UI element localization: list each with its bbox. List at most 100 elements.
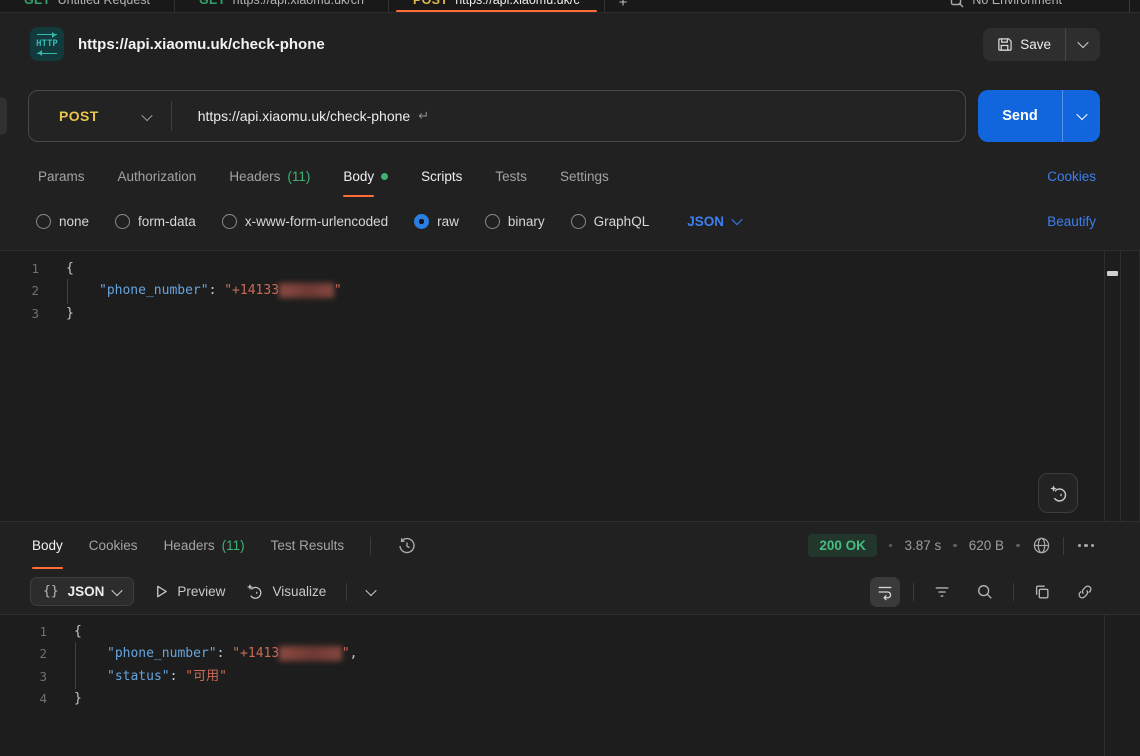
divider (346, 583, 347, 601)
code-token: "+14133 (224, 283, 279, 298)
radio-graphql[interactable]: GraphQL (571, 214, 650, 229)
request-code: 1{2"phone_number": "+141330000000"3} (0, 258, 1140, 325)
indent-guide (67, 279, 68, 303)
radio-label: form-data (138, 214, 196, 229)
play-icon (154, 584, 169, 599)
tab-tests[interactable]: Tests (495, 155, 527, 197)
history-icon[interactable] (397, 536, 417, 556)
new-tab-button[interactable]: + (605, 0, 642, 6)
send-button[interactable]: Send (978, 90, 1062, 142)
chevron-down-icon (1077, 37, 1088, 48)
radio-label: raw (437, 214, 459, 229)
tab-params[interactable]: Params (38, 155, 85, 197)
code-content: "phone_number": "+141300000000", (74, 643, 357, 665)
tab-open-request-2[interactable]: GEThttps://api.xiaomu.uk/ch (175, 0, 389, 12)
code-line: 2"phone_number": "+141300000000", (0, 643, 1140, 665)
response-editor-scrollbar[interactable] (1104, 615, 1121, 756)
radio-none[interactable]: none (36, 214, 89, 229)
code-content: "status": "可用" (74, 666, 227, 688)
line-number: 1 (0, 621, 74, 643)
send-options-button[interactable] (1062, 90, 1100, 142)
filter-button[interactable] (927, 577, 957, 607)
globe-icon[interactable] (1032, 536, 1051, 555)
more-icon[interactable] (1076, 544, 1097, 548)
sparkle-icon (245, 582, 264, 601)
line-number: 2 (0, 280, 66, 302)
chevron-down-icon (731, 214, 742, 225)
response-tabs-list: Body Cookies Headers(11) Test Results (32, 522, 344, 569)
response-format-selector[interactable]: {} JSON (30, 577, 134, 606)
tab-headers[interactable]: Headers(11) (164, 522, 245, 569)
radio-form-data[interactable]: form-data (115, 214, 196, 229)
radio-icon (36, 214, 51, 229)
redacted-text: 0000000 (279, 283, 334, 298)
body-type-options: none form-data x-www-form-urlencoded raw bin… (0, 205, 1140, 237)
save-button-group: Save (983, 28, 1100, 61)
search-button[interactable] (970, 577, 1000, 607)
request-body-editor[interactable]: 1{2"phone_number": "+141330000000"3} (0, 250, 1140, 522)
method-chevron-down-icon[interactable] (143, 109, 151, 124)
link-button[interactable] (1070, 577, 1100, 607)
beautify-link[interactable]: Beautify (1047, 214, 1096, 229)
cookies-link[interactable]: Cookies (1047, 169, 1096, 184)
url-input-container: POST https://api.xiaomu.uk/check-phone ↵ (28, 90, 966, 142)
http-badge-label: HTTP (36, 39, 58, 49)
open-request-tabs: GETUntitled RequestGEThttps://api.xiaomu… (0, 0, 605, 12)
code-token: , (350, 646, 358, 661)
request-editor-scrollbar[interactable] (1104, 251, 1121, 521)
tab-body[interactable]: Body (343, 155, 388, 197)
send-button-group: Send (978, 90, 1100, 142)
method-selector[interactable]: POST (29, 108, 99, 124)
response-body-editor[interactable]: 1{2"phone_number": "+141300000000",3"sta… (0, 614, 1140, 756)
raw-language-selector[interactable]: JSON (687, 214, 741, 229)
tab-open-request-3[interactable]: POSThttps://api.xiaomu.uk/c (389, 0, 605, 12)
radio-icon (571, 214, 586, 229)
line-number: 3 (0, 666, 74, 688)
tab-authorization[interactable]: Authorization (118, 155, 197, 197)
tab-label: Tests (495, 169, 527, 184)
sidebar-handle[interactable] (0, 97, 7, 135)
tab-label: Params (38, 169, 85, 184)
environment-selector[interactable]: No Environment (950, 0, 1140, 12)
save-button[interactable]: Save (983, 28, 1065, 61)
tab-test-results[interactable]: Test Results (271, 522, 345, 569)
tab-open-request-1[interactable]: GETUntitled Request (0, 0, 175, 12)
postbot-icon (1048, 483, 1069, 504)
response-size[interactable]: 620 B (969, 538, 1004, 553)
tab-headers[interactable]: Headers(11) (229, 155, 310, 197)
raw-language-label: JSON (687, 214, 724, 229)
code-line: 3"status": "可用" (0, 666, 1140, 688)
environment-label: No Environment (972, 0, 1062, 7)
radio-raw[interactable]: raw (414, 214, 459, 229)
url-input[interactable]: https://api.xiaomu.uk/check-phone (172, 108, 410, 124)
chevron-down-icon (112, 584, 123, 595)
copy-button[interactable] (1027, 577, 1057, 607)
postbot-button[interactable] (1038, 473, 1078, 513)
radio-x-www-form-urlencoded[interactable]: x-www-form-urlencoded (222, 214, 388, 229)
code-line: 1{ (0, 621, 1140, 643)
environment-search-icon (950, 0, 964, 8)
code-content: } (74, 688, 82, 710)
visualize-button[interactable]: Visualize (245, 582, 326, 601)
more-views-chevron-down-icon[interactable] (366, 584, 377, 595)
tab-body[interactable]: Body (32, 522, 63, 569)
tab-settings[interactable]: Settings (560, 155, 609, 197)
code-content: } (66, 303, 74, 325)
line-number: 2 (0, 643, 74, 665)
tab-cookies[interactable]: Cookies (89, 522, 138, 569)
radio-icon (414, 214, 429, 229)
code-token: " (334, 283, 342, 298)
http-arrow-left-icon (37, 53, 57, 54)
scrollbar-handle[interactable] (1107, 271, 1118, 276)
tab-scripts[interactable]: Scripts (421, 155, 462, 197)
code-token: } (74, 691, 82, 706)
wrap-text-button[interactable] (870, 577, 900, 607)
preview-button[interactable]: Preview (154, 584, 225, 599)
braces-icon: {} (43, 584, 59, 599)
filter-icon (933, 583, 951, 601)
status-badge[interactable]: 200 OK (808, 534, 877, 557)
save-options-button[interactable] (1065, 28, 1100, 61)
radio-binary[interactable]: binary (485, 214, 545, 229)
response-time[interactable]: 3.87 s (904, 538, 941, 553)
divider (1013, 583, 1014, 601)
